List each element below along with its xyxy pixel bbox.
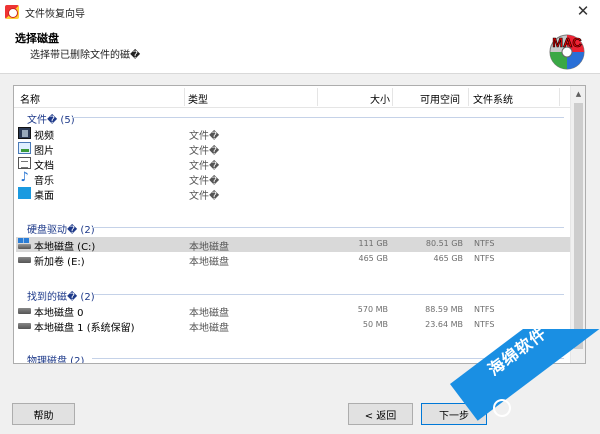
item-name: 本地磁盘 (C:): [34, 242, 96, 253]
item-type: 文件�: [189, 161, 220, 172]
group-divider: [92, 358, 564, 359]
list-item[interactable]: 桌面 文件�: [16, 186, 573, 202]
documents-folder-icon: [18, 157, 31, 169]
list-item-selected[interactable]: 本地磁盘 (C:) 本地磁盘 111 GB 80.51 GB NTFS: [16, 237, 573, 253]
col-free[interactable]: 可用空间: [420, 91, 460, 106]
scroll-up-icon[interactable]: ▲: [571, 86, 585, 101]
list-item[interactable]: 本地磁盘 0 本地磁盘 570 MB 88.59 MB NTFS: [16, 303, 573, 319]
system-drive-icon: [18, 238, 31, 250]
item-name: 本地磁盘 1 (系统保留): [34, 323, 135, 334]
drive-icon: [18, 323, 31, 329]
drive-icon: [18, 308, 31, 314]
item-type: 文件�: [189, 131, 220, 142]
desktop-folder-icon: [18, 187, 31, 199]
scroll-thumb[interactable]: [574, 103, 583, 349]
music-folder-icon: ♪: [20, 170, 29, 185]
item-free: 465 GB: [433, 254, 464, 263]
item-free: 23.64 MB: [425, 320, 463, 329]
group-divider: [92, 227, 564, 228]
item-type: 本地磁盘: [189, 242, 229, 253]
group-hard-drives: 硬盘驱动� (2): [14, 219, 574, 236]
mac-logo-icon: MAC: [549, 34, 585, 70]
group-title: 硬盘驱动� (2): [27, 225, 95, 236]
item-name: 本地磁盘 0: [34, 308, 84, 319]
item-type: 文件�: [189, 191, 220, 202]
item-size: 570 MB: [357, 305, 388, 314]
list-item[interactable]: ♪ 音乐 文件�: [16, 170, 573, 187]
list-item[interactable]: 新加卷 (E:) 本地磁盘 465 GB 465 GB NTFS: [16, 252, 573, 268]
col-name[interactable]: 名称: [20, 91, 40, 106]
item-name: 图片: [34, 146, 54, 157]
list-item[interactable]: 本地磁盘 1 (系统保留) 本地磁盘 50 MB 23.64 MB NTFS: [16, 318, 573, 334]
item-fs: NTFS: [474, 239, 495, 248]
item-type: 本地磁盘: [189, 323, 229, 334]
page-title: 选择磁盘: [15, 32, 59, 45]
col-separator[interactable]: [184, 88, 185, 106]
item-size: 111 GB: [358, 239, 389, 248]
group-divider: [94, 294, 564, 295]
title-bar: 文件恢复向导 ✕: [0, 0, 600, 24]
col-separator[interactable]: [317, 88, 318, 106]
video-folder-icon: [18, 127, 31, 139]
item-type: 文件�: [189, 146, 220, 157]
back-button[interactable]: < 返回: [348, 403, 413, 425]
mac-logo-text: MAC: [552, 35, 582, 50]
disk-list[interactable]: 名称 类型 大小 可用空间 文件系统 文件� (5) 视频 文件� 图片 文件�…: [13, 85, 586, 364]
list-item[interactable]: 文档 文件�: [16, 156, 573, 172]
app-icon: [5, 5, 19, 19]
close-icon[interactable]: ✕: [574, 2, 592, 20]
item-name: 桌面: [34, 191, 54, 202]
item-name: 新加卷 (E:): [34, 257, 85, 268]
group-title: 找到的磁� (2): [27, 292, 95, 303]
list-item[interactable]: 视频 文件�: [16, 126, 573, 142]
item-fs: NTFS: [474, 305, 495, 314]
drive-icon: [18, 257, 31, 263]
help-button[interactable]: 帮助: [12, 403, 75, 425]
group-folders: 文件� (5): [14, 109, 574, 126]
group-physical-disks: 物理磁盘 (2): [14, 350, 574, 364]
item-fs: NTFS: [474, 320, 495, 329]
column-header: 名称 类型 大小 可用空间 文件系统: [14, 86, 574, 108]
item-free: 80.51 GB: [425, 239, 463, 248]
item-type: 本地磁盘: [189, 257, 229, 268]
item-name: 音乐: [34, 176, 54, 187]
wizard-header: 选择磁盘 选择带已删除文件的磁� MAC: [0, 24, 600, 74]
page-subtitle: 选择带已删除文件的磁�: [30, 50, 141, 61]
item-name: 视频: [34, 131, 54, 142]
col-separator[interactable]: [392, 88, 393, 106]
col-fs[interactable]: 文件系统: [473, 91, 513, 106]
col-separator[interactable]: [468, 88, 469, 106]
window-title: 文件恢复向导: [25, 8, 85, 20]
list-item[interactable]: 图片 文件�: [16, 141, 573, 157]
col-separator[interactable]: [559, 88, 560, 106]
item-name: 文档: [34, 161, 54, 172]
col-type[interactable]: 类型: [188, 91, 208, 106]
item-fs: NTFS: [474, 254, 495, 263]
vertical-scrollbar[interactable]: ▲: [570, 86, 585, 363]
next-button[interactable]: 下一步: [421, 403, 487, 425]
item-type: 文件�: [189, 176, 220, 187]
group-divider: [72, 117, 564, 118]
item-size: 465 GB: [358, 254, 389, 263]
group-found-disks: 找到的磁� (2): [14, 286, 574, 303]
item-size: 50 MB: [362, 320, 388, 329]
group-title: 物理磁盘 (2): [27, 356, 85, 364]
item-free: 88.59 MB: [425, 305, 463, 314]
pictures-folder-icon: [18, 142, 31, 154]
item-type: 本地磁盘: [189, 308, 229, 319]
group-title: 文件� (5): [27, 115, 75, 126]
col-size[interactable]: 大小: [370, 91, 390, 106]
watermark-logo-icon: [489, 395, 515, 421]
